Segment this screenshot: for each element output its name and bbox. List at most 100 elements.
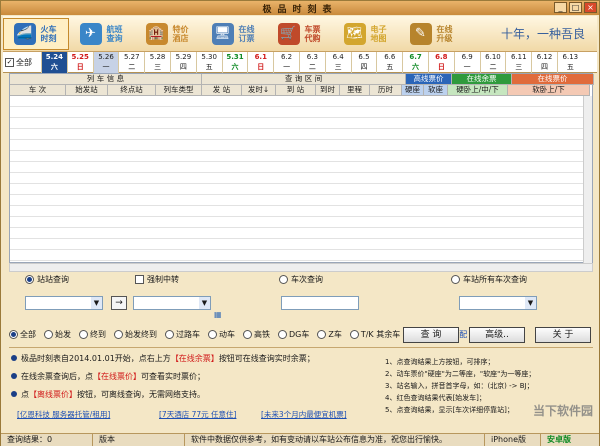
date-tab[interactable]: 5.29 四: [169, 52, 196, 73]
upgrade-icon: ✎: [409, 22, 432, 45]
group-header-query-range[interactable]: 查 询 区 间: [202, 74, 406, 85]
station-query-option[interactable]: 站站查询: [25, 274, 69, 285]
keyboard-icon[interactable]: ▦: [214, 310, 222, 319]
filter-option[interactable]: 始发终到: [114, 329, 157, 340]
table-row[interactable]: [10, 217, 585, 228]
date-tab[interactable]: 6.4 三: [324, 52, 351, 73]
table-row[interactable]: [10, 239, 585, 250]
filter-option[interactable]: 过路车: [165, 329, 200, 340]
toolbar-button-ticket[interactable]: 🖥 在线订票: [201, 18, 267, 50]
column-header[interactable]: 软卧上/下: [508, 85, 590, 96]
table-row[interactable]: [10, 184, 585, 195]
android-link[interactable]: 安卓版: [541, 434, 593, 446]
filter-option[interactable]: T/K 其余车: [349, 329, 400, 340]
date-tab[interactable]: 6.10 二: [479, 52, 506, 73]
column-header[interactable]: 列车类型: [156, 85, 202, 96]
toolbar-button-map[interactable]: 🗺 电子地图: [333, 18, 399, 50]
table-row[interactable]: [10, 118, 585, 129]
link-hotel[interactable]: [7天酒店 77元 任意住]: [159, 409, 236, 420]
date-tab[interactable]: 6.8 日: [427, 52, 454, 73]
iphone-link[interactable]: iPhone版: [485, 434, 541, 446]
date-tab[interactable]: 5.24 六: [41, 52, 67, 73]
date-tab[interactable]: 6.2 一: [273, 52, 299, 73]
date-tab[interactable]: 6.9 一: [453, 52, 480, 73]
swap-button[interactable]: →: [111, 296, 127, 310]
filter-option[interactable]: 高铁: [243, 329, 270, 340]
toolbar-button-purchase[interactable]: 🛒 车票代购: [267, 18, 333, 50]
date-tab[interactable]: 5.31 六: [221, 52, 248, 73]
station-select[interactable]: ▼: [459, 296, 537, 310]
date-tab[interactable]: 5.30 五: [195, 52, 222, 73]
train-query-option[interactable]: 车次查询: [279, 274, 323, 285]
column-header[interactable]: 终点站: [108, 85, 156, 96]
table-row[interactable]: [10, 228, 585, 239]
column-header[interactable]: 硬座: [402, 85, 424, 96]
column-header[interactable]: 发 站: [202, 85, 242, 96]
date-tab[interactable]: 5.27 二: [118, 52, 144, 73]
date-tab[interactable]: 6.3 二: [298, 52, 325, 73]
column-header[interactable]: 里程: [340, 85, 370, 96]
weekday-label: 二: [308, 63, 316, 71]
horizontal-scrollbar[interactable]: [9, 263, 593, 272]
group-header-train-info[interactable]: 列 车 信 息: [10, 74, 202, 85]
column-header[interactable]: 历时: [370, 85, 402, 96]
tip-text: 可查看实时票价；: [141, 372, 205, 381]
minimize-button[interactable]: _: [554, 2, 567, 13]
filter-option[interactable]: 全部: [9, 329, 36, 340]
search-button[interactable]: 查 询: [403, 327, 459, 343]
date-tab[interactable]: 6.11 三: [505, 52, 531, 73]
close-button[interactable]: ×: [584, 2, 597, 13]
column-header[interactable]: 到 站: [276, 85, 316, 96]
table-row[interactable]: [10, 129, 585, 140]
transfer-option[interactable]: 强制中转: [135, 274, 179, 285]
date-tab[interactable]: 5.28 三: [144, 52, 170, 73]
from-station-select[interactable]: ▼: [25, 296, 103, 310]
group-header-online-price[interactable]: 在线票价: [512, 74, 594, 85]
table-row[interactable]: [10, 195, 585, 206]
filter-option[interactable]: DG车: [278, 329, 309, 340]
filter-option[interactable]: 动车: [208, 329, 235, 340]
table-row[interactable]: [10, 140, 585, 151]
column-header[interactable]: 车 次: [10, 85, 66, 96]
toolbar-button-plane[interactable]: ✈ 航班查询: [69, 18, 135, 50]
toolbar-button-train[interactable]: 🚄 火车时刻: [3, 17, 69, 50]
table-row[interactable]: [10, 206, 585, 217]
column-header[interactable]: 软座: [424, 85, 448, 96]
all-trains-query-option[interactable]: 车站所有车次查询: [451, 274, 527, 285]
date-tab[interactable]: 6.12 四: [531, 52, 557, 73]
link-hosting[interactable]: [亿恩科技 服务器托管/租用]: [17, 409, 110, 420]
filter-option[interactable]: 始发: [44, 329, 71, 340]
table-row[interactable]: [10, 250, 585, 261]
link-flights[interactable]: [未来3个月内最便宜机票]: [261, 409, 347, 420]
table-row[interactable]: [10, 96, 585, 107]
train-number-input[interactable]: [281, 296, 359, 310]
date-tab[interactable]: 6.7 六: [402, 52, 428, 73]
all-dates-checkbox[interactable]: ✓ 全部: [3, 52, 41, 73]
radio-icon: [44, 329, 53, 339]
to-station-select[interactable]: ▼: [133, 296, 211, 310]
column-header[interactable]: 始发站: [66, 85, 108, 96]
table-row[interactable]: [10, 107, 585, 118]
date-tab[interactable]: 6.6 五: [376, 52, 402, 73]
advanced-button[interactable]: 高级..: [469, 327, 525, 343]
group-header-online-tickets[interactable]: 在线余票: [452, 74, 512, 85]
column-header[interactable]: 发时↓: [242, 85, 276, 96]
column-header[interactable]: 硬卧上/中/下: [448, 85, 508, 96]
filter-option[interactable]: Z车: [317, 329, 342, 340]
column-header[interactable]: 到时: [316, 85, 340, 96]
maximize-button[interactable]: □: [569, 2, 582, 13]
vertical-scrollbar[interactable]: [583, 96, 592, 263]
table-row[interactable]: [10, 173, 585, 184]
date-tab[interactable]: 6.13 五: [556, 52, 583, 73]
about-button[interactable]: 关 于: [535, 327, 591, 343]
date-tab[interactable]: 6.1 日: [247, 52, 273, 73]
table-row[interactable]: [10, 162, 585, 173]
date-tab[interactable]: 5.25 日: [66, 52, 93, 73]
toolbar-button-upgrade[interactable]: ✎ 在线升级: [399, 18, 465, 50]
group-header-offline-price[interactable]: 高线票价: [406, 74, 452, 85]
filter-option[interactable]: 终到: [79, 329, 106, 340]
date-tab[interactable]: 5.26 一: [92, 52, 119, 73]
toolbar-button-hotel[interactable]: 🏨 特价酒店: [135, 18, 201, 50]
date-tab[interactable]: 6.5 四: [350, 52, 377, 73]
table-row[interactable]: [10, 151, 585, 162]
